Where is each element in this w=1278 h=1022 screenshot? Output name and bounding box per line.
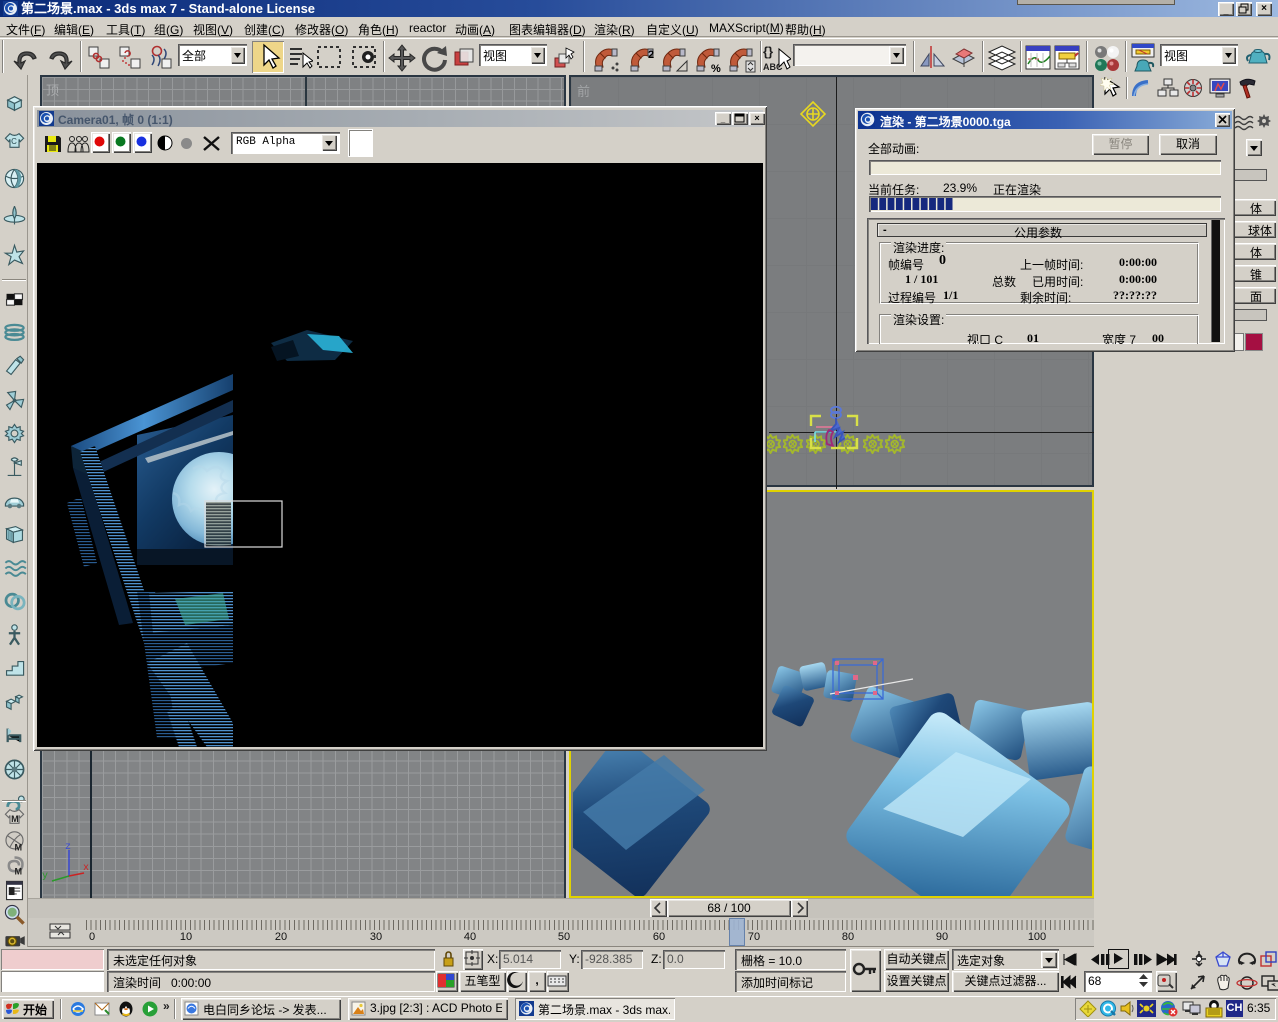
svg-text:M: M <box>15 843 23 853</box>
svg-text:M: M <box>15 867 23 877</box>
svg-text:y: y <box>42 871 48 882</box>
svg-text:2: 2 <box>648 49 654 61</box>
svg-text:%: % <box>711 63 721 74</box>
svg-text:{}: {} <box>763 44 773 59</box>
svg-text:M: M <box>11 814 19 824</box>
svg-text:x: x <box>83 863 89 874</box>
svg-text:C: C <box>11 137 17 146</box>
svg-text:z: z <box>65 842 71 853</box>
